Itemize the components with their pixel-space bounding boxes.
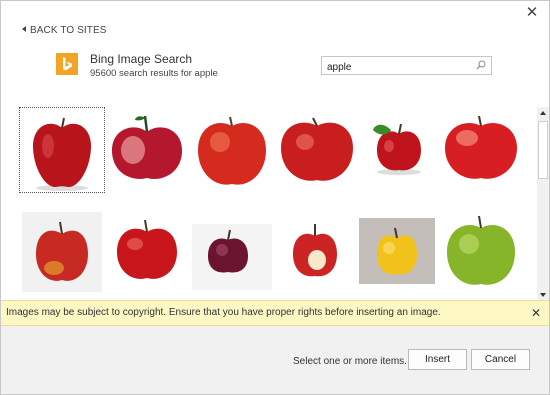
results-count: 95600 search results for apple <box>90 68 218 79</box>
copyright-text: Images may be subject to copyright. Ensu… <box>6 307 441 318</box>
image-search-dialog: ✕ BACK TO SITES Bing Image Search 95600 … <box>0 0 550 395</box>
copyright-notice: Images may be subject to copyright. Ensu… <box>1 300 549 326</box>
search-box <box>321 56 492 75</box>
results-scrollbar[interactable] <box>537 107 549 301</box>
source-title: Bing Image Search <box>90 52 193 66</box>
close-icon[interactable]: ✕ <box>524 5 540 21</box>
back-arrow-icon <box>22 26 26 32</box>
result-thumb[interactable] <box>20 210 104 294</box>
cancel-button[interactable]: Cancel <box>471 349 530 370</box>
insert-button[interactable]: Insert <box>408 349 467 370</box>
dialog-footer: Select one or more items. Insert Cancel <box>1 326 549 394</box>
search-icon[interactable] <box>476 60 486 70</box>
result-thumb[interactable] <box>357 210 441 294</box>
selection-status: Select one or more items. <box>293 356 407 367</box>
result-thumb[interactable] <box>439 108 523 192</box>
result-thumb[interactable] <box>105 108 189 192</box>
scroll-thumb[interactable] <box>538 121 548 179</box>
results-grid <box>1 104 537 299</box>
result-thumb[interactable] <box>275 108 359 192</box>
dismiss-notice-icon[interactable]: ✕ <box>531 306 541 320</box>
result-thumb[interactable] <box>19 107 105 193</box>
back-to-sites-link[interactable]: BACK TO SITES <box>22 25 107 36</box>
result-thumb[interactable] <box>439 210 523 294</box>
result-thumb[interactable] <box>275 210 359 294</box>
scroll-up-icon[interactable] <box>537 107 549 119</box>
result-thumb[interactable] <box>190 108 274 192</box>
result-thumb[interactable] <box>105 210 189 294</box>
bing-logo-icon <box>56 53 78 75</box>
search-input[interactable] <box>322 59 467 75</box>
result-thumb[interactable] <box>357 108 441 192</box>
result-thumb[interactable] <box>190 210 274 294</box>
back-label: BACK TO SITES <box>30 25 107 36</box>
